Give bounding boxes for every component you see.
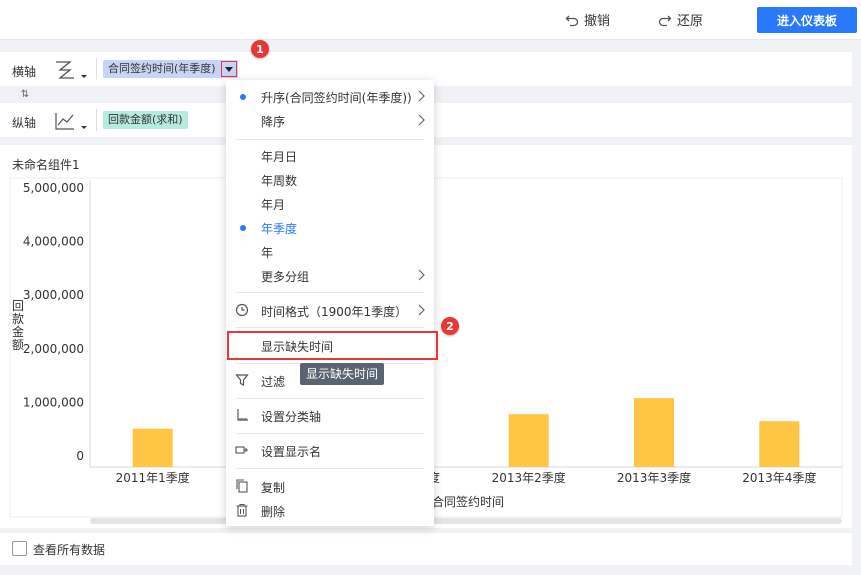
y-axis-title-char: 额 — [12, 338, 24, 352]
x-axis-dropdown-button[interactable] — [220, 61, 237, 77]
menu-separator — [236, 468, 424, 469]
menu-item-time-format[interactable]: 时间格式（1900年1季度） — [226, 299, 434, 321]
menu-item-label: 设置显示名 — [261, 445, 322, 459]
y-tick-label: 2,000,000 — [23, 342, 84, 356]
menu-item-more-groups[interactable]: 更多分组 — [226, 264, 434, 286]
x-axis-field-label: 合同签约时间(年季度) — [108, 62, 216, 75]
highlight-box — [227, 331, 438, 360]
menu-item-year-week[interactable]: 年周数 — [226, 168, 434, 190]
y-axis-label: 纵轴 — [12, 116, 37, 130]
menu-item-label: 删除 — [261, 505, 286, 519]
menu-separator — [236, 433, 424, 434]
axis-icon — [237, 409, 248, 421]
bar — [508, 414, 549, 467]
menu-separator — [236, 327, 424, 328]
x-tick-label: 2011年1季度 — [116, 470, 190, 485]
clock-icon — [235, 303, 249, 317]
menu-item-set-category-axis[interactable]: 设置分类轴 — [226, 404, 434, 426]
swap-axes-button[interactable]: ⇅ — [17, 87, 33, 101]
y-axis-divider — [96, 109, 97, 131]
tooltip: 显示缺失时间 — [300, 363, 385, 385]
top-toolbar: 撤销 还原 进入仪表板 — [0, 0, 861, 40]
bar — [132, 428, 173, 467]
x-axis-divider — [96, 58, 97, 80]
undo-label: 撤销 — [584, 14, 611, 29]
bar — [759, 421, 800, 467]
horizontal-scrollbar — [90, 518, 842, 524]
selected-dot — [240, 94, 246, 100]
menu-item-label: 设置分类轴 — [261, 410, 322, 424]
y-axis-field-pill[interactable]: 回款金额(求和) — [103, 111, 188, 129]
menu-item-label: 年季度 — [261, 222, 298, 236]
menu-item-year-quarter[interactable]: 年季度 — [226, 216, 434, 238]
x-axis-field-pill[interactable]: 合同签约时间(年季度) — [103, 60, 238, 78]
menu-item-delete[interactable]: 删除 — [226, 499, 434, 521]
menu-item-label: 年 — [261, 246, 274, 260]
chevron-right-icon — [418, 304, 425, 316]
y-axis-title-char: 回 — [12, 299, 24, 313]
menu-separator — [236, 398, 424, 399]
rename-icon — [235, 446, 248, 454]
menu-item-label: 降序 — [261, 115, 286, 129]
y-tick-label: 0 — [76, 449, 84, 463]
undo-icon — [565, 15, 579, 26]
menu-item-label: 过滤 — [261, 375, 286, 389]
field-context-menu: 升序(合同签约时间(年季度)) 降序 年月日 年周数 年月 年季度 年 更多分组… — [226, 80, 438, 526]
x-axis-type-icon[interactable] — [54, 59, 90, 81]
bar — [634, 398, 674, 467]
y-tick-label: 1,000,000 — [23, 395, 84, 409]
copy-icon — [236, 479, 248, 493]
chevron-right-icon — [418, 269, 425, 281]
y-axis-title-char: 款 — [12, 312, 24, 326]
show-all-data-label: 查看所有数据 — [33, 543, 106, 557]
menu-item-label: 年月日 — [261, 150, 298, 164]
step-badge-1: 1 — [251, 40, 269, 58]
step-badge-2: 2 — [441, 317, 459, 335]
undo-button[interactable]: 撤销 — [565, 10, 610, 29]
chevron-right-icon — [418, 114, 425, 126]
menu-item-set-display-name[interactable]: 设置显示名 — [226, 439, 434, 461]
x-tick-label: 2013年3季度 — [617, 470, 691, 485]
y-axis-title-char: 金 — [12, 324, 24, 339]
menu-item-year-month[interactable]: 年月 — [226, 192, 434, 214]
chevron-right-icon — [418, 90, 425, 102]
redo-icon — [658, 15, 672, 26]
menu-item-year[interactable]: 年 — [226, 240, 434, 262]
footer: 查看所有数据 — [0, 533, 852, 565]
menu-item-copy[interactable]: 复制 — [226, 475, 434, 497]
menu-item-label: 时间格式（1900年1季度） — [261, 305, 408, 319]
trash-icon — [236, 503, 248, 517]
menu-item-ymd[interactable]: 年月日 — [226, 144, 434, 166]
menu-separator — [236, 292, 424, 293]
y-tick-label: 3,000,000 — [23, 288, 84, 302]
y-axis-field-label: 回款金额(求和) — [108, 113, 183, 126]
menu-item-label: 更多分组 — [261, 270, 310, 284]
filter-icon — [235, 374, 249, 386]
menu-item-label: 年周数 — [261, 174, 298, 188]
x-tick-label: 2013年2季度 — [492, 470, 566, 485]
show-all-data-checkbox[interactable] — [12, 541, 27, 556]
redo-label: 还原 — [677, 14, 704, 29]
menu-separator — [236, 139, 424, 140]
menu-item-label: 年月 — [261, 198, 286, 212]
menu-item-label: 复制 — [261, 481, 286, 495]
y-tick-label: 5,000,000 — [23, 181, 84, 195]
x-axis-title: 合同签约时间 — [432, 494, 504, 509]
enter-dashboard-button[interactable]: 进入仪表板 — [757, 7, 857, 33]
y-axis-type-icon[interactable] — [54, 110, 90, 132]
x-axis-label: 横轴 — [12, 65, 37, 79]
menu-item-sort-ascending[interactable]: 升序(合同签约时间(年季度)) — [226, 85, 434, 107]
x-tick-label: 2013年4季度 — [742, 470, 816, 485]
y-tick-label: 4,000,000 — [23, 235, 84, 249]
menu-item-label: 升序(合同签约时间(年季度)) — [261, 91, 412, 105]
menu-item-sort-descending[interactable]: 降序 — [226, 109, 434, 131]
redo-button[interactable]: 还原 — [658, 10, 703, 29]
selected-dot — [240, 225, 246, 231]
